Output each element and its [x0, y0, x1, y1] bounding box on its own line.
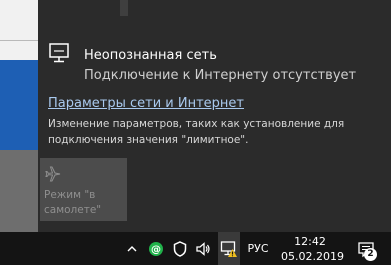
clock-button[interactable]: 12:42 05.02.2019: [281, 232, 344, 265]
background-window: [0, 0, 38, 150]
notification-count-badge: 2: [364, 248, 377, 261]
svg-text:@: @: [151, 244, 161, 255]
airplane-icon: [45, 166, 61, 182]
airplane-mode-label: Режим "в самолете": [44, 189, 102, 216]
tray-volume[interactable]: [193, 232, 213, 265]
input-language-label: РУС: [247, 242, 269, 255]
airplane-mode-toggle[interactable]: Режим "в самолете": [40, 158, 127, 221]
background-area: [0, 150, 38, 232]
tray-app-green[interactable]: @: [146, 232, 166, 265]
network-flyout: Неопознанная сеть Подключение к Интернет…: [38, 16, 391, 232]
shield-icon: [173, 240, 187, 257]
chevron-up-icon: [127, 245, 137, 251]
background-window-divider: [0, 40, 38, 41]
input-language-button[interactable]: РУС: [243, 232, 273, 265]
speaker-icon: [196, 241, 210, 256]
tray-network[interactable]: [218, 232, 240, 265]
taskbar: @ РУС 12:42 05.02.2019 2: [0, 232, 391, 265]
network-connection-item[interactable]: Неопознанная сеть Подключение к Интернет…: [38, 28, 391, 84]
clock-date: 05.02.2019: [281, 250, 344, 263]
network-settings-link[interactable]: Параметры сети и Интернет: [48, 96, 244, 111]
network-status: Подключение к Интернету отсутствует: [84, 68, 357, 83]
desktop-background: Неопознанная сеть Подключение к Интернет…: [0, 0, 391, 232]
network-name: Неопознанная сеть: [84, 48, 217, 63]
clock-time: 12:42: [294, 235, 326, 248]
show-hidden-icons-button[interactable]: [124, 232, 140, 265]
network-warning-icon: [220, 240, 237, 257]
background-window-panel: [0, 60, 38, 150]
green-at-icon: @: [149, 241, 163, 256]
ethernet-monitor-icon: [49, 43, 69, 63]
tray-security[interactable]: [171, 232, 189, 265]
network-settings-description: Изменение параметров, таких как установл…: [48, 118, 345, 146]
